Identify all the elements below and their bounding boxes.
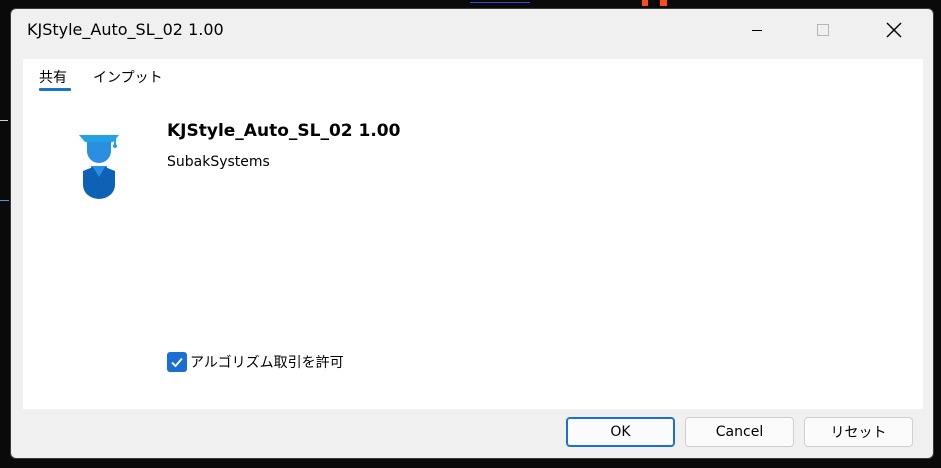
dialog-window: KJStyle_Auto_SL_02 1.00 共有 インプット KJStyle… bbox=[10, 8, 934, 459]
minimize-button[interactable] bbox=[734, 9, 780, 51]
close-icon bbox=[886, 22, 902, 38]
checkmark-icon bbox=[171, 357, 183, 368]
allow-algo-trading-checkbox[interactable] bbox=[167, 352, 187, 372]
ok-button[interactable]: OK bbox=[566, 417, 675, 447]
active-tab-indicator bbox=[39, 88, 71, 91]
program-author: SubakSystems bbox=[167, 154, 270, 170]
content-panel: 共有 インプット KJStyle_Auto_SL_02 1.00 SubakSy… bbox=[23, 59, 923, 409]
maximize-button[interactable] bbox=[800, 9, 846, 51]
chart-line bbox=[0, 200, 9, 201]
chart-candle bbox=[642, 0, 648, 6]
tab-common[interactable]: 共有 bbox=[39, 67, 67, 87]
chart-line bbox=[0, 120, 8, 121]
chart-candle bbox=[660, 0, 667, 6]
expert-advisor-icon bbox=[79, 135, 119, 199]
title-bar[interactable]: KJStyle_Auto_SL_02 1.00 bbox=[11, 9, 933, 51]
allow-algo-trading-option[interactable]: アルゴリズム取引を許可 bbox=[167, 352, 344, 372]
reset-button[interactable]: リセット bbox=[804, 417, 913, 447]
maximize-icon bbox=[817, 24, 829, 36]
chart-line bbox=[470, 2, 530, 3]
window-title: KJStyle_Auto_SL_02 1.00 bbox=[27, 20, 224, 39]
cancel-button[interactable]: Cancel bbox=[685, 417, 794, 447]
close-button[interactable] bbox=[871, 9, 917, 51]
tab-inputs[interactable]: インプット bbox=[93, 67, 163, 87]
allow-algo-trading-label: アルゴリズム取引を許可 bbox=[190, 355, 344, 371]
program-name: KJStyle_Auto_SL_02 1.00 bbox=[167, 121, 401, 141]
minimize-icon bbox=[752, 30, 762, 31]
